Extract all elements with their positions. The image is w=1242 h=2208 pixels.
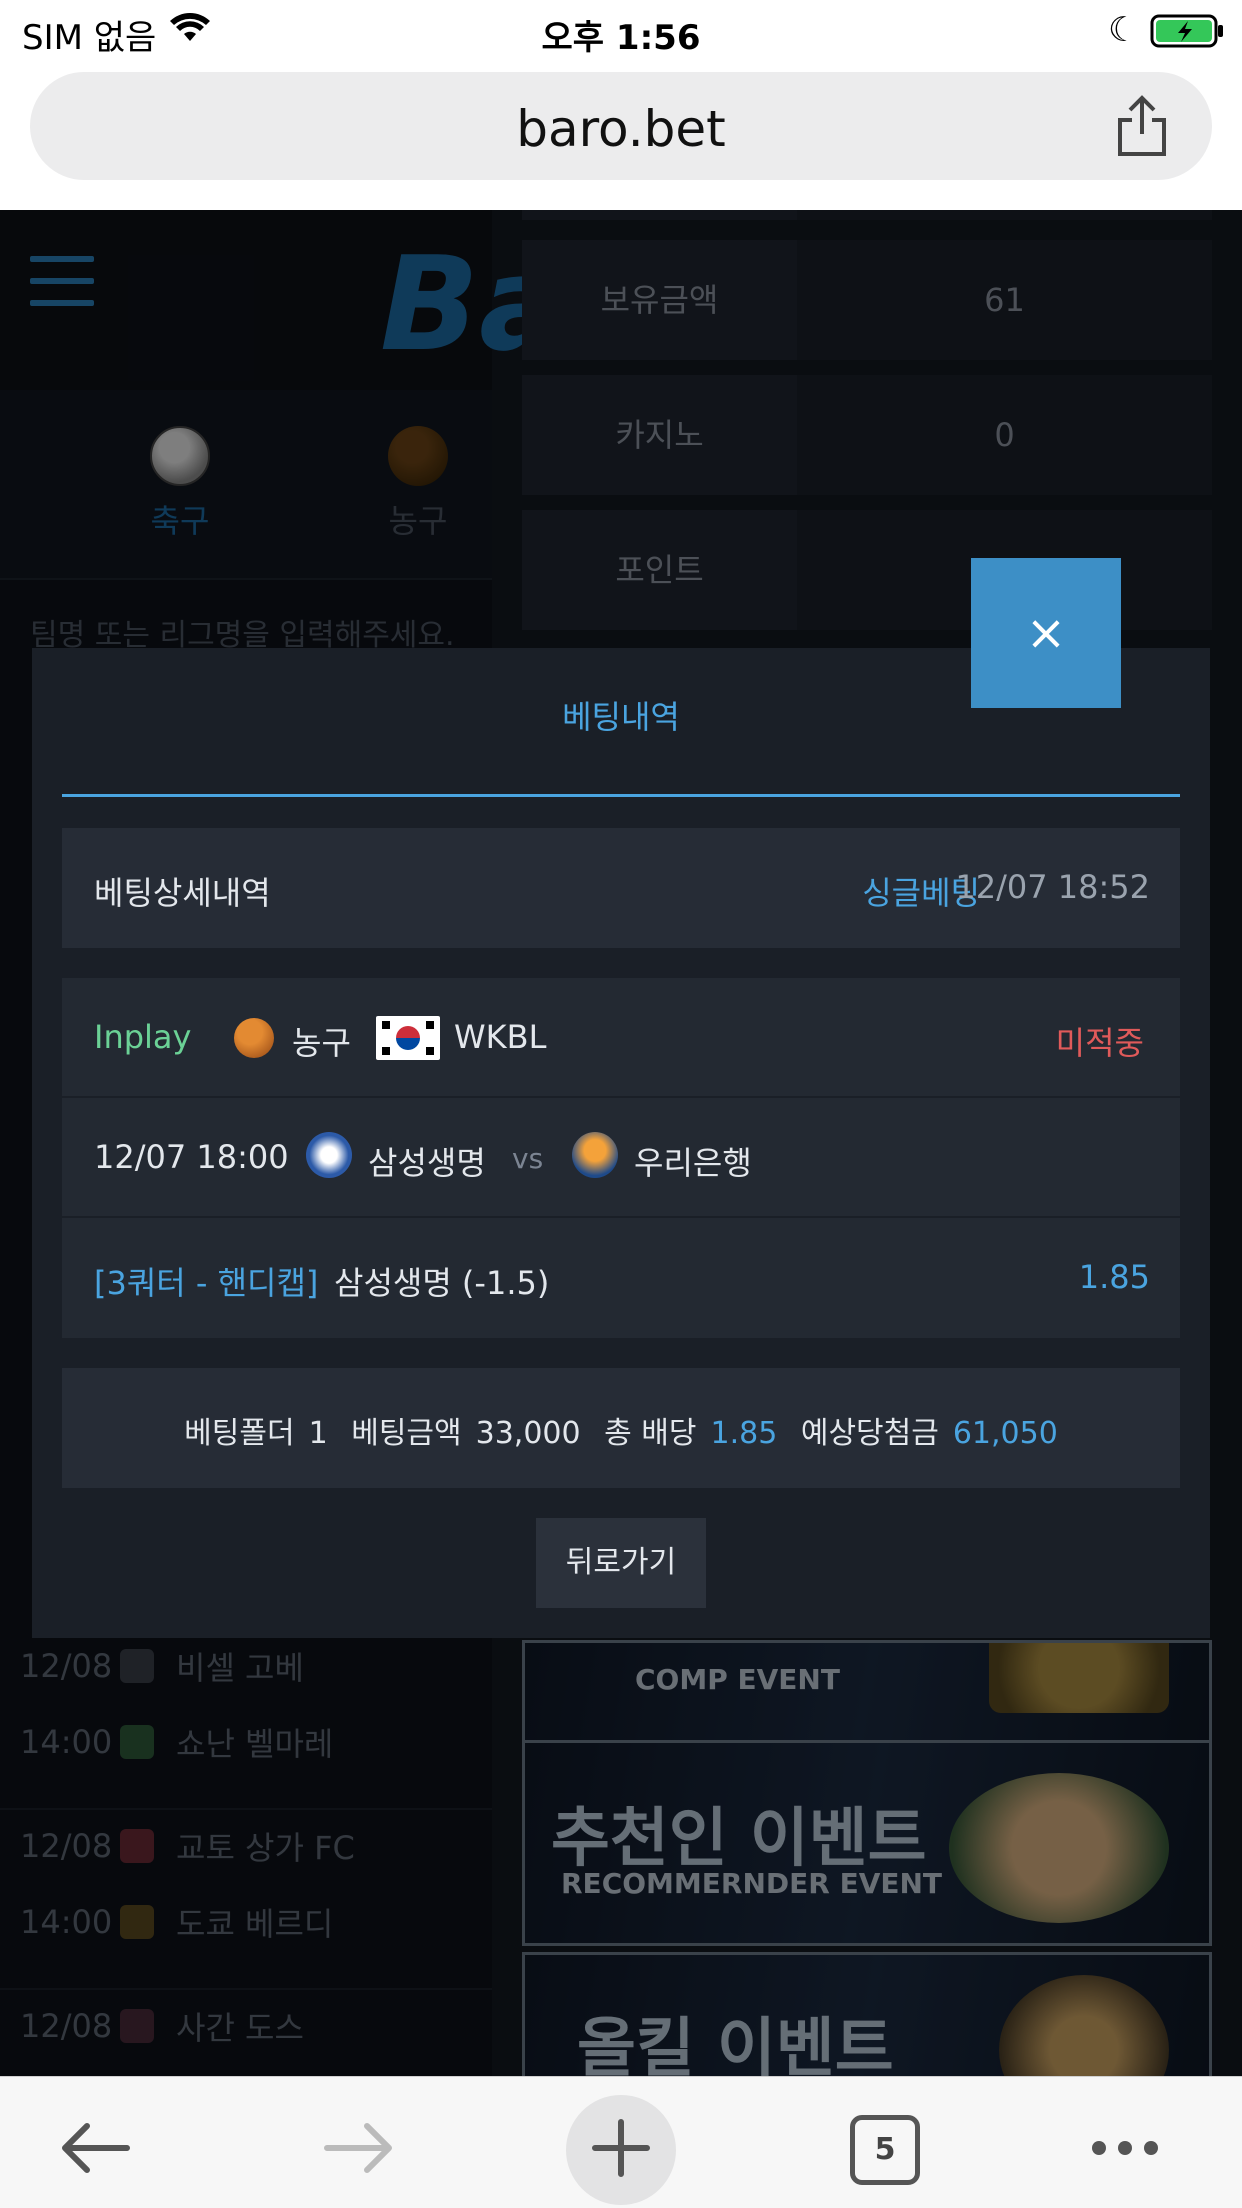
folder-label: 베팅폴더 [184,1416,295,1451]
forward-nav-button[interactable] [304,2095,414,2205]
amount-value: 33,000 [475,1416,581,1451]
arrow-left-icon [59,2120,131,2180]
bet-match-row: 12/07 18:00 삼성생명 vs 우리은행 [62,1098,1180,1218]
versus-label: vs [512,1142,544,1175]
total-odds-value: 1.85 [710,1416,778,1451]
result-status: 미적중 [1055,1024,1144,1062]
away-team: 우리은행 [634,1144,752,1182]
bet-card: Inplay 농구 WKBL 미적중 12/07 18:00 삼성생명 vs 우… [62,978,1180,1338]
bet-datetime: 12/07 18:52 [955,868,1150,906]
share-icon[interactable] [1112,94,1172,162]
url-text[interactable]: baro.bet [30,100,1212,158]
expected-value: 61,050 [952,1416,1058,1451]
close-button[interactable]: × [971,558,1121,708]
arrow-right-icon [323,2120,395,2180]
moon-icon: ☾ [1108,10,1139,50]
folder-value: 1 [308,1416,328,1451]
bet-pick: 삼성생명 (-1.5) [334,1264,550,1302]
bet-history-modal: 베팅내역 베팅상세내역 싱글베팅 12/07 18:52 Inplay 농구 W… [32,648,1210,1638]
new-tab-button[interactable] [566,2095,676,2205]
clock: 오후 1:56 [541,18,701,58]
away-team-logo-icon [572,1132,618,1178]
expected-label: 예상당첨금 [800,1416,939,1451]
plus-icon [591,2118,651,2182]
status-bar: SIM 없음 오후 1:56 ☾ [0,0,1242,62]
more-button[interactable] [1070,2095,1180,2205]
amount-label: 베팅금액 [351,1416,462,1451]
bet-pick-row: [3쿼터 - 핸디캡] 삼성생명 (-1.5) 1.85 [62,1218,1180,1338]
battery-icon [1150,14,1226,57]
match-time: 12/07 18:00 [94,1138,289,1176]
sport-name: 농구 [292,1024,351,1062]
back-nav-button[interactable] [40,2095,150,2205]
total-odds-label: 총 배당 [604,1416,697,1451]
league-name: WKBL [454,1018,547,1056]
more-icon [1089,2138,1161,2162]
bet-market: [3쿼터 - 핸디캡] [94,1264,319,1302]
bet-league-row: Inplay 농구 WKBL 미적중 [62,978,1180,1098]
tabs-count: 5 [850,2115,920,2185]
bet-summary: 베팅폴더 1 베팅금액 33,000 총 배당 1.85 예상당첨금 61,050 [62,1368,1180,1488]
detail-label: 베팅상세내역 [94,874,271,912]
bet-detail-header: 베팅상세내역 싱글베팅 12/07 18:52 [62,828,1180,948]
browser-address-area: baro.bet [0,62,1242,210]
home-team: 삼성생명 [368,1144,486,1182]
back-button[interactable]: 뒤로가기 [536,1518,706,1608]
inplay-badge: Inplay [94,1018,192,1056]
korea-flag-icon [376,1016,440,1060]
home-team-logo-icon [306,1132,352,1178]
tabs-button[interactable]: 5 [830,2095,940,2205]
browser-toolbar: 5 [0,2076,1242,2208]
title-underline [62,794,1180,797]
basketball-icon [234,1018,274,1058]
address-bar[interactable]: baro.bet [30,72,1212,180]
bet-odds: 1.85 [1078,1258,1150,1296]
